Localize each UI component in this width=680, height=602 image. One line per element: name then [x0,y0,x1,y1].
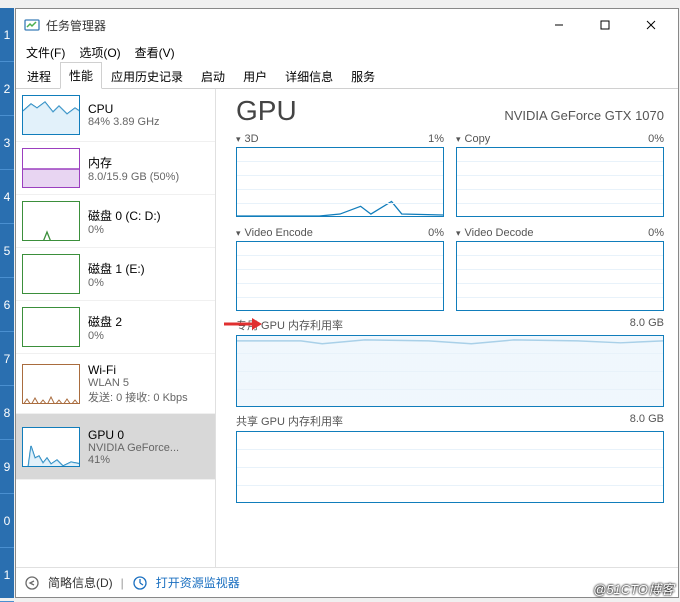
sidebar-item-disk-0[interactable]: 磁盘 0 (C: D:) 0% [16,195,215,248]
gpu-label: GPU 0 [88,428,179,442]
chevron-down-icon: ▾ [456,134,461,144]
gpu-model: NVIDIA GeForce... [88,442,179,454]
task-manager-window: 任务管理器 文件(F) 选项(O) 查看(V) 进程 性能 应用历史记录 启动 … [15,8,679,598]
cpu-stats: 84% 3.89 GHz [88,116,160,128]
gpu-small-charts: ▾3D1% ▾Copy0% ▾Video Encode0% ▾Video Dec… [236,133,664,311]
tab-details[interactable]: 详细信息 [276,63,342,89]
sidebar-item-disk-2[interactable]: 磁盘 2 0% [16,301,215,354]
chart-3d-value: 1% [428,133,444,145]
status-bar: 简略信息(D) | 打开资源监视器 [16,567,678,597]
performance-sidebar: CPU 84% 3.89 GHz 内存 8.0/15.9 GB (50%) [16,89,216,567]
disk2-stats: 0% [88,330,122,342]
sidebar-item-memory[interactable]: 内存 8.0/15.9 GB (50%) [16,142,215,195]
menu-options[interactable]: 选项(O) [73,42,126,63]
chevron-down-icon: ▾ [456,228,461,238]
sidebar-item-disk-1[interactable]: 磁盘 1 (E:) 0% [16,248,215,301]
memory-thumbnail-chart [22,148,80,188]
resource-monitor-icon[interactable] [132,575,148,591]
wifi-adapter: WLAN 5 [88,377,188,389]
chart-video-decode-value: 0% [648,227,664,239]
sidebar-item-gpu-0[interactable]: GPU 0 NVIDIA GeForce... 41% [16,414,215,480]
memory-label: 内存 [88,154,179,171]
wifi-throughput: 发送: 0 接收: 0 Kbps [88,389,188,405]
shared-label: 共享 GPU 内存利用率 [236,413,343,429]
annotation-arrow-icon [222,315,262,333]
chevron-down-icon: ▾ [236,134,241,144]
gpu-thumbnail-chart [22,427,80,467]
disk2-label: 磁盘 2 [88,313,122,330]
less-details-icon[interactable] [24,575,40,591]
tab-app-history[interactable]: 应用历史记录 [102,63,192,89]
tab-startup[interactable]: 启动 [192,63,234,89]
chevron-down-icon: ▾ [236,228,241,238]
chart-video-decode[interactable]: ▾Video Decode0% [456,227,664,311]
menu-view[interactable]: 查看(V) [129,42,181,63]
disk2-thumbnail-chart [22,307,80,347]
menu-file[interactable]: 文件(F) [20,42,71,63]
minimize-button[interactable] [536,9,582,41]
disk0-thumbnail-chart [22,201,80,241]
tab-services[interactable]: 服务 [342,63,384,89]
dedicated-max: 8.0 GB [630,317,664,333]
detail-gpu-model: NVIDIA GeForce GTX 1070 [504,108,664,123]
maximize-button[interactable] [582,9,628,41]
disk1-stats: 0% [88,277,145,289]
sidebar-item-wifi[interactable]: Wi-Fi WLAN 5 发送: 0 接收: 0 Kbps [16,354,215,414]
chart-video-encode[interactable]: ▾Video Encode0% [236,227,444,311]
chart-copy-value: 0% [648,133,664,145]
menu-bar: 文件(F) 选项(O) 查看(V) [16,41,678,63]
wifi-label: Wi-Fi [88,363,188,377]
tab-processes[interactable]: 进程 [18,63,60,89]
sidebar-item-cpu[interactable]: CPU 84% 3.89 GHz [16,89,215,142]
annotation-number-strip: 123 456 789 01 [0,8,14,598]
less-details-label[interactable]: 简略信息(D) [48,574,113,591]
window-title: 任务管理器 [46,17,106,34]
shared-max: 8.0 GB [630,413,664,429]
wifi-thumbnail-chart [22,364,80,404]
app-icon [24,17,40,33]
chart-dedicated-gpu-memory[interactable]: 专用 GPU 内存利用率8.0 GB [236,313,664,407]
tab-users[interactable]: 用户 [234,63,276,89]
gpu-detail-pane: GPU NVIDIA GeForce GTX 1070 ▾3D1% ▾Copy0… [216,89,678,567]
disk0-stats: 0% [88,224,161,236]
disk1-label: 磁盘 1 (E:) [88,260,145,277]
title-bar[interactable]: 任务管理器 [16,9,678,41]
close-button[interactable] [628,9,674,41]
detail-heading: GPU [236,95,297,127]
chart-video-encode-value: 0% [428,227,444,239]
chart-3d[interactable]: ▾3D1% [236,133,444,217]
chart-shared-gpu-memory[interactable]: 共享 GPU 内存利用率 8.0 GB [236,409,664,503]
memory-stats: 8.0/15.9 GB (50%) [88,171,179,183]
open-resource-monitor-link[interactable]: 打开资源监视器 [156,574,240,591]
chart-copy[interactable]: ▾Copy0% [456,133,664,217]
gpu-usage: 41% [88,454,179,466]
cpu-thumbnail-chart [22,95,80,135]
body: CPU 84% 3.89 GHz 内存 8.0/15.9 GB (50%) [16,89,678,567]
tab-performance[interactable]: 性能 [60,62,102,89]
separator: | [121,576,124,590]
disk1-thumbnail-chart [22,254,80,294]
tab-strip: 进程 性能 应用历史记录 启动 用户 详细信息 服务 [16,63,678,89]
disk0-label: 磁盘 0 (C: D:) [88,207,161,224]
cpu-label: CPU [88,102,160,116]
